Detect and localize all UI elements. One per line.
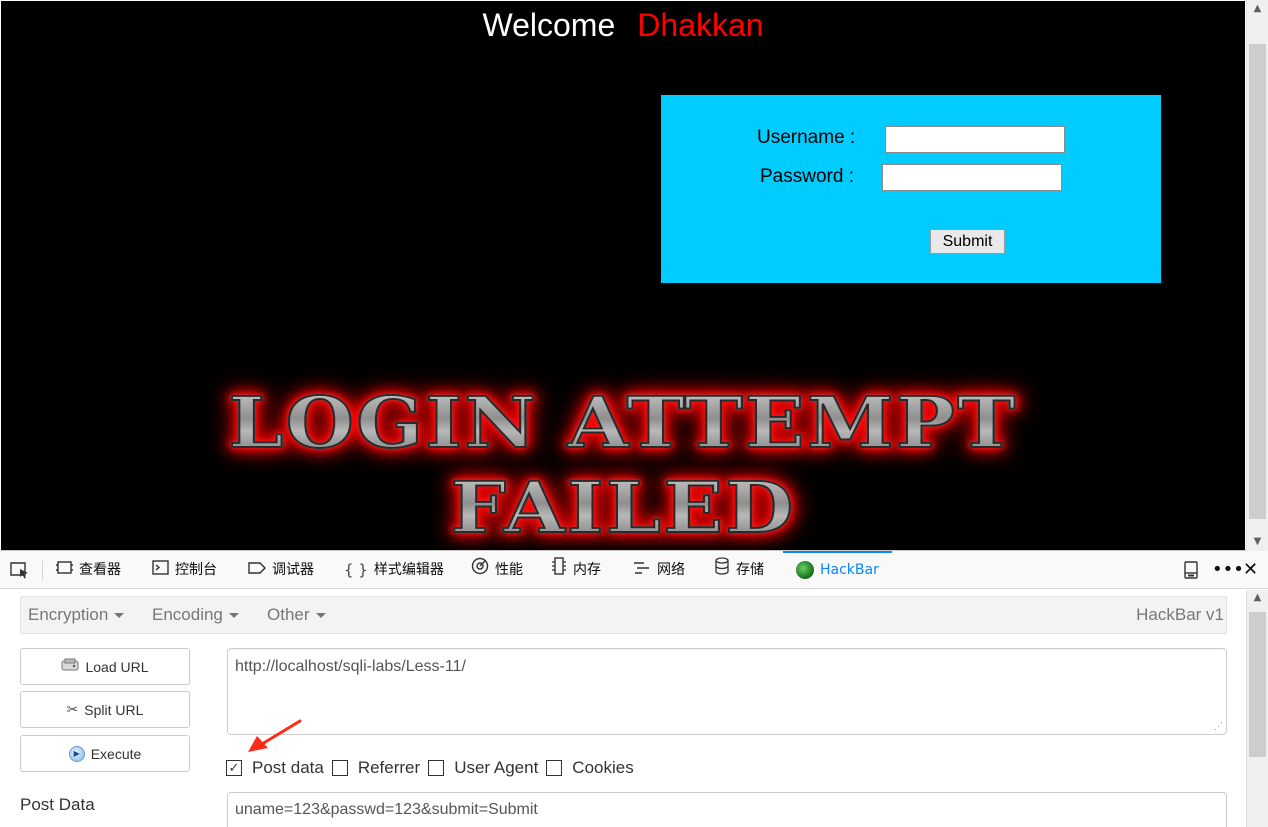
tab-label: HackBar [820, 562, 879, 578]
tab-storage[interactable]: 存储 [714, 551, 764, 589]
welcome-name: Dhakkan [637, 7, 764, 43]
hackbar-version: HackBar v1 [1136, 605, 1224, 624]
split-url-button[interactable]: ✂ Split URL [20, 691, 190, 728]
encoding-menu[interactable]: Encoding [152, 597, 239, 635]
page-scrollbar[interactable]: ▲ ▼ [1246, 0, 1268, 551]
tab-label: 存储 [736, 562, 764, 578]
hackbar-menu-bar: Encryption Encoding Other HackBar v1 [20, 596, 1227, 634]
dock-side-icon[interactable] [1184, 551, 1198, 589]
tab-label: 控制台 [175, 562, 217, 578]
password-input[interactable] [882, 164, 1062, 191]
menu-label: Encryption [28, 605, 109, 624]
debugger-icon [248, 551, 266, 589]
cookies-option-label: Cookies [572, 758, 634, 777]
tab-label: 样式编辑器 [373, 562, 444, 578]
tab-style-editor[interactable]: { } 样式编辑器 [344, 551, 444, 589]
annotation-arrow-icon [248, 719, 302, 752]
tab-label: 网络 [657, 562, 685, 578]
inspector-icon [56, 551, 73, 589]
devtools-scrollbar[interactable]: ▲ [1246, 590, 1268, 827]
tab-label: 内存 [573, 562, 601, 578]
style-editor-icon: { } [344, 561, 368, 579]
scissors-icon: ✂ [66, 701, 79, 717]
load-url-button[interactable]: Load URL [20, 648, 190, 685]
hackbar-icon [796, 561, 814, 579]
referrer-checkbox[interactable] [331, 760, 348, 776]
button-label: Execute [90, 745, 142, 762]
scroll-up-arrow-icon[interactable]: ▲ [1247, 0, 1268, 18]
url-textarea[interactable]: http://localhost/sqli-labs/Less-11/ ⋰ [227, 648, 1227, 735]
hackbar-options: ✓ Post data Referrer User Agent Cookies [226, 757, 642, 779]
tab-inspector[interactable]: 查看器 [56, 551, 121, 589]
url-value: http://localhost/sqli-labs/Less-11/ [235, 658, 466, 675]
execute-button[interactable]: ▶ Execute [20, 735, 190, 772]
referrer-option-label: Referrer [357, 758, 421, 777]
web-page: Welcome Dhakkan Username : Password : Sub… [1, 1, 1245, 550]
username-input[interactable] [885, 126, 1065, 153]
browser-window: Welcome Dhakkan Username : Password : Sub… [0, 0, 1268, 827]
cookies-option[interactable]: Cookies [546, 758, 637, 778]
tab-debugger[interactable]: 调试器 [248, 551, 314, 589]
post-data-option[interactable]: ✓ Post data [226, 758, 328, 778]
button-label: Split URL [84, 701, 144, 718]
post-data-checkbox[interactable]: ✓ [226, 760, 242, 776]
performance-icon [471, 551, 489, 589]
resize-handle-icon[interactable]: ⋰ [1214, 721, 1223, 732]
tab-memory[interactable]: 内存 [551, 551, 601, 589]
username-label: Username : [757, 127, 856, 148]
other-menu[interactable]: Other [267, 597, 326, 635]
devtools-toolbar: 查看器 控制台 调试器 { } 样式编辑器 性能 内存 网络 存储 HackBa… [0, 551, 1268, 589]
more-options-icon[interactable]: ••• [1212, 551, 1244, 589]
console-icon [152, 551, 169, 589]
scroll-thumb[interactable] [1249, 44, 1266, 519]
element-picker-icon[interactable] [10, 551, 30, 589]
post-data-option-label: Post data [252, 758, 324, 777]
user-agent-checkbox[interactable] [428, 760, 445, 776]
login-form: Username : Password : Submit [661, 95, 1161, 283]
failed-text-line1: LOGIN ATTEMPT [1, 380, 1245, 465]
tab-label: 查看器 [79, 562, 121, 578]
load-url-icon [61, 658, 79, 675]
tab-hackbar[interactable]: HackBar [796, 551, 879, 589]
caret-down-icon [114, 613, 125, 619]
storage-icon [714, 551, 730, 589]
cookies-checkbox[interactable] [546, 760, 563, 776]
welcome-text: Welcome [482, 7, 616, 43]
tab-console[interactable]: 控制台 [152, 551, 217, 589]
network-icon [633, 551, 651, 589]
scroll-up-arrow-icon[interactable]: ▲ [1247, 592, 1268, 608]
caret-down-icon [228, 613, 239, 619]
post-data-input[interactable]: uname=123&passwd=123&submit=Submit [227, 792, 1227, 827]
post-data-label: Post Data [20, 795, 95, 814]
page-viewport: Welcome Dhakkan Username : Password : Sub… [0, 0, 1268, 551]
encryption-menu[interactable]: Encryption [28, 597, 125, 635]
memory-icon [551, 551, 567, 589]
scroll-thumb[interactable] [1249, 612, 1266, 757]
tab-network[interactable]: 网络 [633, 551, 685, 589]
scroll-down-arrow-icon[interactable]: ▼ [1247, 533, 1268, 551]
submit-button[interactable]: Submit [930, 229, 1005, 254]
user-agent-option[interactable]: User Agent [428, 758, 542, 778]
welcome-heading: Welcome Dhakkan [1, 7, 1245, 44]
tab-label: 性能 [495, 562, 523, 578]
button-label: Load URL [85, 658, 149, 675]
tab-label: 调试器 [272, 562, 314, 578]
referrer-option[interactable]: Referrer [331, 758, 424, 778]
hackbar-panel: Encryption Encoding Other HackBar v1 Loa… [0, 590, 1246, 827]
login-failed-image: LOGIN ATTEMPT FAILED [1, 371, 1245, 550]
menu-label: Other [267, 605, 310, 624]
menu-label: Encoding [152, 605, 223, 624]
caret-down-icon [315, 613, 326, 619]
toolbar-divider [42, 561, 43, 581]
failed-text-line2: FAILED [1, 465, 1245, 550]
play-icon: ▶ [68, 745, 85, 762]
password-label: Password : [760, 166, 854, 187]
close-icon[interactable]: ✕ [1243, 551, 1258, 589]
user-agent-option-label: User Agent [454, 758, 539, 777]
tab-performance[interactable]: 性能 [471, 551, 523, 589]
